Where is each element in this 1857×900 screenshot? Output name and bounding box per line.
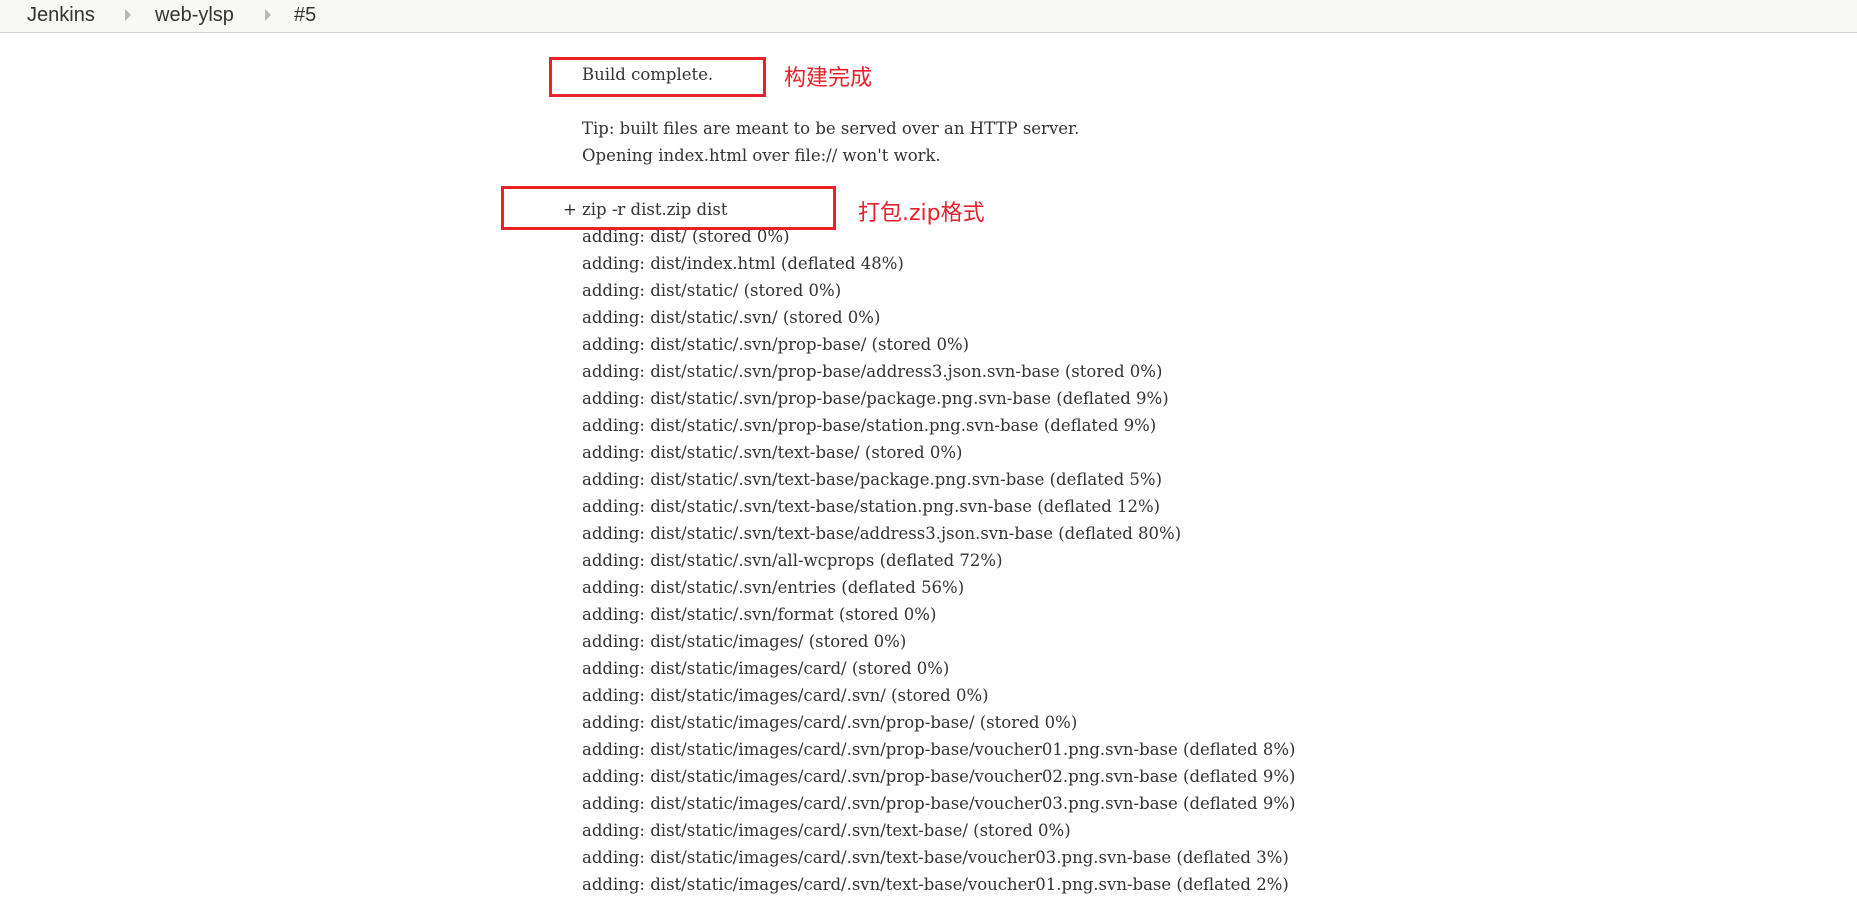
console-line: adding: dist/static/.svn/prop-base/packa… xyxy=(582,389,1169,408)
zip-package-annotation: 打包.zip格式 xyxy=(858,201,985,226)
zip-command-highlight-box xyxy=(501,186,836,230)
console-line: adding: dist/static/images/card/.svn/pro… xyxy=(582,713,1078,732)
console-output: Build complete. Tip: built files are mea… xyxy=(0,0,1857,900)
console-line: adding: dist/static/images/card/.svn/tex… xyxy=(582,848,1289,867)
console-line: adding: dist/static/.svn/text-base/ (sto… xyxy=(582,443,963,462)
console-line: adding: dist/static/.svn/prop-base/addre… xyxy=(582,362,1163,381)
tip-line: Tip: built files are meant to be served … xyxy=(582,119,1080,138)
console-line: adding: dist/static/.svn/format (stored … xyxy=(582,605,937,624)
console-line: adding: dist/static/.svn/text-base/packa… xyxy=(582,470,1163,489)
console-line: adding: dist/static/.svn/all-wcprops (de… xyxy=(582,551,1003,570)
console-line: adding: dist/static/.svn/prop-base/stati… xyxy=(582,416,1157,435)
console-line: adding: dist/static/ (stored 0%) xyxy=(582,281,842,300)
console-line: adding: dist/static/.svn/ (stored 0%) xyxy=(582,308,881,327)
console-line: adding: dist/ (stored 0%) xyxy=(582,227,790,246)
console-line: adding: dist/static/images/card/.svn/tex… xyxy=(582,821,1071,840)
build-complete-highlight-box xyxy=(549,57,766,97)
console-line: adding: dist/static/.svn/text-base/addre… xyxy=(582,524,1182,543)
console-line: adding: dist/static/images/card/.svn/tex… xyxy=(582,875,1289,894)
console-line: adding: dist/static/.svn/entries (deflat… xyxy=(582,578,965,597)
console-line: adding: dist/index.html (deflated 48%) xyxy=(582,254,904,273)
console-line: adding: dist/static/images/card/.svn/ (s… xyxy=(582,686,989,705)
tip-line: Opening index.html over file:// won't wo… xyxy=(582,146,941,165)
console-line: adding: dist/static/images/card/.svn/pro… xyxy=(582,767,1296,786)
build-complete-annotation: 构建完成 xyxy=(784,66,873,91)
console-line: adding: dist/static/.svn/prop-base/ (sto… xyxy=(582,335,970,354)
console-line: adding: dist/static/images/card/.svn/pro… xyxy=(582,740,1296,759)
console-line: adding: dist/static/images/ (stored 0%) xyxy=(582,632,907,651)
console-line: adding: dist/static/images/card/.svn/pro… xyxy=(582,794,1296,813)
console-line: adding: dist/static/images/card/ (stored… xyxy=(582,659,950,678)
console-line: adding: dist/static/.svn/text-base/stati… xyxy=(582,497,1161,516)
